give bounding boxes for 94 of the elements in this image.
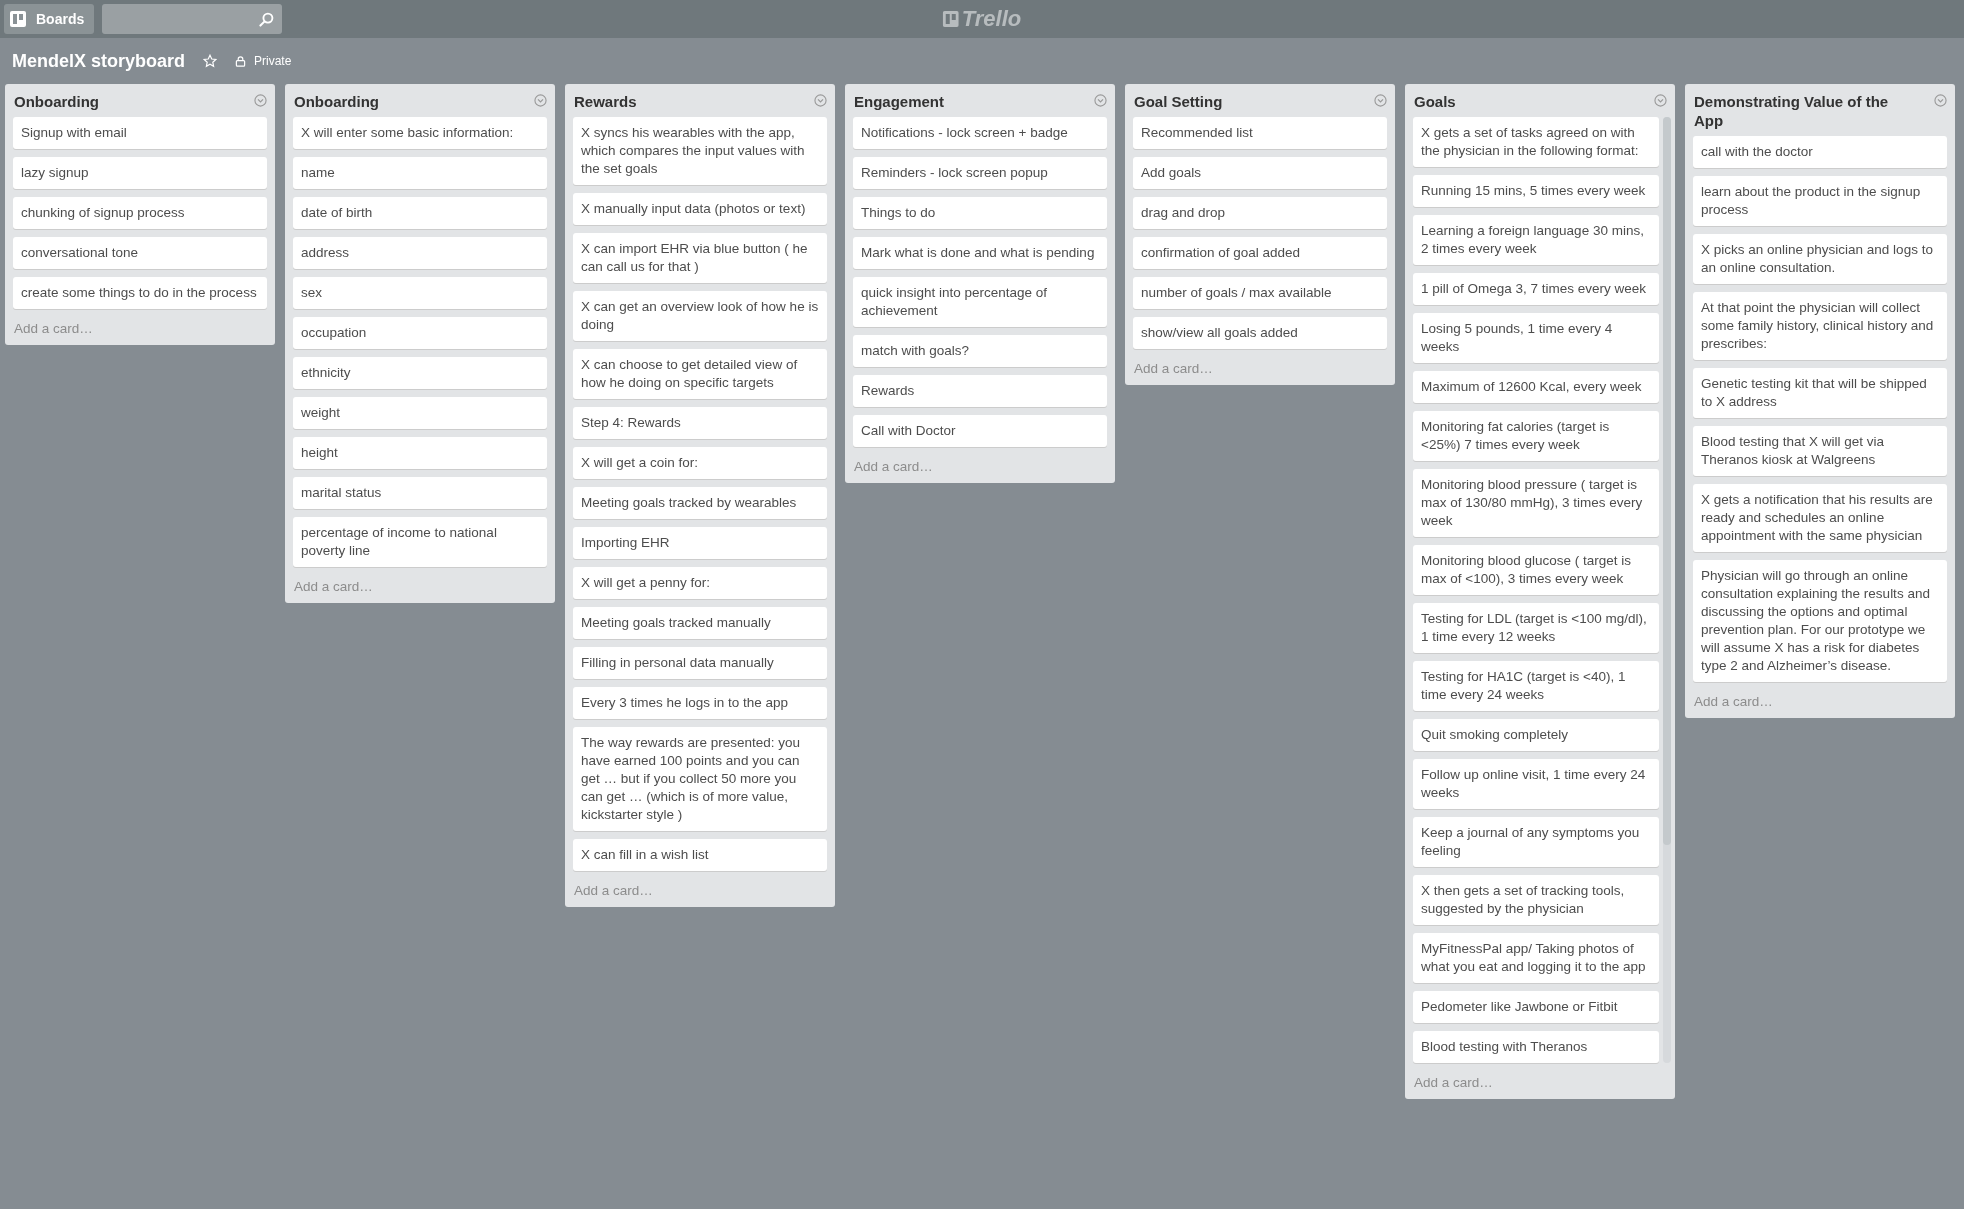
chevron-down-icon[interactable] <box>1934 94 1947 107</box>
card[interactable]: lazy signup <box>13 157 267 189</box>
card[interactable]: X will get a coin for: <box>573 447 827 479</box>
card[interactable]: sex <box>293 277 547 309</box>
board-icon <box>942 11 959 27</box>
card[interactable]: name <box>293 157 547 189</box>
card[interactable]: occupation <box>293 317 547 349</box>
card[interactable]: Call with Doctor <box>853 415 1107 447</box>
card[interactable]: At that point the physician will collect some family history, clinical history and prescribes: <box>1693 292 1947 360</box>
card[interactable]: Reminders - lock screen popup <box>853 157 1107 189</box>
card[interactable]: Rewards <box>853 375 1107 407</box>
card[interactable]: drag and drop <box>1133 197 1387 229</box>
card[interactable]: Importing EHR <box>573 527 827 559</box>
card[interactable]: X gets a set of tasks agreed on with the physician in the following format: <box>1413 117 1659 167</box>
chevron-down-icon[interactable] <box>814 94 827 107</box>
logo-text: Trello <box>961 6 1022 32</box>
card[interactable]: weight <box>293 397 547 429</box>
card[interactable]: show/view all goals added <box>1133 317 1387 349</box>
card[interactable]: Physician will go through an online consultation explaining the results and discussing the options and optimal prevention plan. For our prototype we will assume X has a risk for diabetes type 2 and Alzheimer’s disease. <box>1693 560 1947 682</box>
chevron-down-icon[interactable] <box>1374 94 1387 107</box>
card[interactable]: Learning a foreign language 30 mins, 2 times every week <box>1413 215 1659 265</box>
card[interactable]: learn about the product in the signup process <box>1693 176 1947 226</box>
card[interactable]: X can choose to get detailed view of how he doing on specific targets <box>573 349 827 399</box>
card[interactable]: Notifications - lock screen + badge <box>853 117 1107 149</box>
search-field[interactable] <box>102 4 283 34</box>
card[interactable]: Losing 5 pounds, 1 time every 4 weeks <box>1413 313 1659 363</box>
board-icon <box>10 11 26 27</box>
chevron-down-icon[interactable] <box>534 94 547 107</box>
list-title: Demonstrating Value of the App <box>1694 92 1890 130</box>
card[interactable]: number of goals / max available <box>1133 277 1387 309</box>
card[interactable]: ethnicity <box>293 357 547 389</box>
card[interactable]: X will get a penny for: <box>573 567 827 599</box>
card[interactable]: height <box>293 437 547 469</box>
card[interactable]: date of birth <box>293 197 547 229</box>
card[interactable]: Testing for HA1C (target is <40), 1 time every 24 weeks <box>1413 661 1659 711</box>
chevron-down-icon[interactable] <box>1094 94 1107 107</box>
card[interactable]: Step 4: Rewards <box>573 407 827 439</box>
card[interactable]: 1 pill of Omega 3, 7 times every week <box>1413 273 1659 305</box>
card[interactable]: Filling in personal data manually <box>573 647 827 679</box>
card[interactable]: MyFitnessPal app/ Taking photos of what you eat and logging it to the app <box>1413 933 1659 983</box>
chevron-down-icon[interactable] <box>1654 94 1667 107</box>
list-title: Goals <box>1414 92 1457 111</box>
card[interactable]: Meeting goals tracked manually <box>573 607 827 639</box>
board-title: MendelX storyboard <box>12 50 186 72</box>
scrollbar[interactable] <box>1663 117 1671 1063</box>
card[interactable]: create some things to do in the process <box>13 277 267 309</box>
card[interactable]: X can fill in a wish list <box>573 839 827 871</box>
list-title: Onboarding <box>294 92 380 111</box>
card[interactable]: Blood testing with Theranos <box>1413 1031 1659 1063</box>
card[interactable]: X can import EHR via blue button ( he can call us for that ) <box>573 233 827 283</box>
card[interactable]: confirmation of goal added <box>1133 237 1387 269</box>
card[interactable]: Things to do <box>853 197 1107 229</box>
list-title: Engagement <box>854 92 945 111</box>
card[interactable]: Monitoring blood pressure ( target is max of 130/80 mmHg), 3 times every week <box>1413 469 1659 537</box>
card[interactable]: percentage of income to national poverty line <box>293 517 547 567</box>
card[interactable]: The way rewards are presented: you have earned 100 points and you can get … but if you collect 50 more you can get … (which is of more value, kickstarter style ) <box>573 727 827 831</box>
card[interactable]: X manually input data (photos or text) <box>573 193 827 225</box>
list-title: Goal Setting <box>1134 92 1224 111</box>
card[interactable]: Monitoring blood glucose ( target is max of <100), 3 times every week <box>1413 545 1659 595</box>
card[interactable]: Meeting goals tracked by wearables <box>573 487 827 519</box>
card[interactable]: Quit smoking completely <box>1413 719 1659 751</box>
list-title: Rewards <box>574 92 638 111</box>
card[interactable]: address <box>293 237 547 269</box>
card[interactable]: X gets a notification that his results are ready and schedules an online appointment with the same physician <box>1693 484 1947 552</box>
star-icon[interactable] <box>203 54 218 68</box>
card[interactable]: Add goals <box>1133 157 1387 189</box>
card[interactable]: Genetic testing kit that will be shipped to X address <box>1693 368 1947 418</box>
card[interactable]: Pedometer like Jawbone or Fitbit <box>1413 991 1659 1023</box>
card[interactable]: conversational tone <box>13 237 267 269</box>
card[interactable]: Blood testing that X will get via Theranos kiosk at Walgreens <box>1693 426 1947 476</box>
card[interactable]: chunking of signup process <box>13 197 267 229</box>
card[interactable]: Monitoring fat calories (target is <25%) 7 times every week <box>1413 411 1659 461</box>
lock-icon <box>235 55 247 67</box>
card[interactable]: Running 15 mins, 5 times every week <box>1413 175 1659 207</box>
card[interactable]: match with goals? <box>853 335 1107 367</box>
chevron-down-icon[interactable] <box>254 94 267 107</box>
list-title: Onboarding <box>14 92 100 111</box>
card[interactable]: Keep a journal of any symptoms you feeling <box>1413 817 1659 867</box>
card[interactable]: X will enter some basic information: <box>293 117 547 149</box>
card[interactable]: quick insight into percentage of achievement <box>853 277 1107 327</box>
card[interactable]: call with the doctor <box>1693 136 1947 168</box>
card[interactable]: X can get an overview look of how he is doing <box>573 291 827 341</box>
card[interactable]: Testing for LDL (target is <100 mg/dl), 1 time every 12 weeks <box>1413 603 1659 653</box>
card[interactable]: Follow up online visit, 1 time every 24 weeks <box>1413 759 1659 809</box>
card[interactable]: Signup with email <box>13 117 267 149</box>
card[interactable]: Mark what is done and what is pending <box>853 237 1107 269</box>
search-icon <box>259 11 275 27</box>
card[interactable]: X syncs his wearables with the app, which compares the input values with the set goals <box>573 117 827 185</box>
card[interactable]: Every 3 times he logs in to the app <box>573 687 827 719</box>
card[interactable]: marital status <box>293 477 547 509</box>
card[interactable]: Recommended list <box>1133 117 1387 149</box>
card[interactable]: X picks an online physician and logs to an online consultation. <box>1693 234 1947 284</box>
card[interactable]: Maximum of 12600 Kcal, every week <box>1413 371 1659 403</box>
card[interactable]: X then gets a set of tracking tools, suggested by the physician <box>1413 875 1659 925</box>
